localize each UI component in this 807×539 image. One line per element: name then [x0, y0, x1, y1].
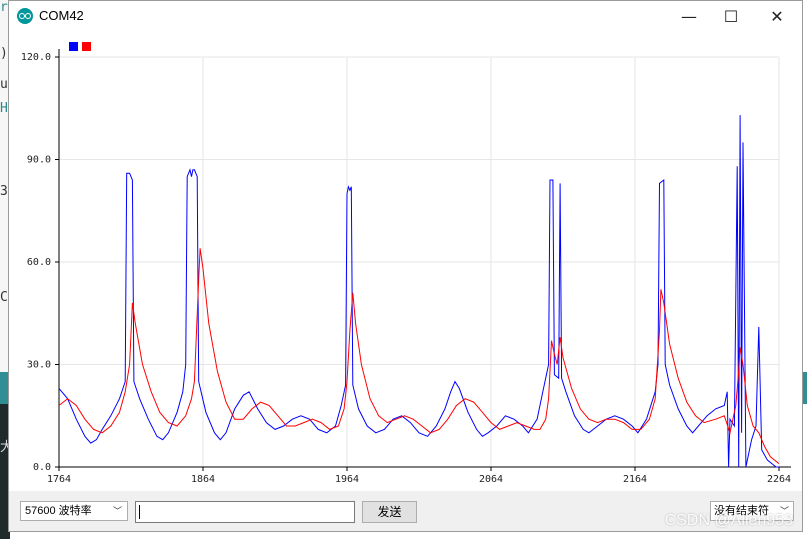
serial-input[interactable] [135, 501, 355, 523]
background-text: H [0, 101, 8, 116]
serial-plotter-window: COM42 — ☐ ✕ 0.0 30.0 60.0 90.0 120.0 1764 186… [8, 0, 803, 532]
x-tick-label: 2264 [767, 474, 791, 485]
x-tick-label: 1964 [335, 474, 359, 485]
x-tick-label: 1864 [191, 474, 215, 485]
background-text: 3 [0, 184, 8, 199]
y-tick-label: 30.0 [27, 360, 51, 371]
x-tick-label: 2064 [479, 474, 503, 485]
legend [69, 42, 91, 51]
baud-rate-value: 57600 波特率 [25, 505, 92, 517]
y-tick-label: 60.0 [27, 257, 51, 268]
close-button[interactable]: ✕ [754, 1, 800, 31]
maximize-button[interactable]: ☐ [708, 1, 754, 31]
send-button[interactable]: 发送 [362, 501, 417, 523]
background-text: ) [0, 46, 8, 61]
series-line-2 [58, 248, 780, 464]
series-line-1 [58, 115, 779, 468]
y-tick-label: 0.0 [33, 462, 51, 473]
background-text: u [0, 77, 8, 92]
line-chart: 0.0 30.0 60.0 90.0 120.0 1764 1864 1964 2064 216… [21, 42, 791, 485]
y-tick-label: 90.0 [27, 155, 51, 166]
csdn-watermark: CSDN @Allen953 [664, 512, 793, 529]
y-tick-labels: 0.0 30.0 60.0 90.0 120.0 [21, 52, 59, 473]
axes [58, 49, 791, 468]
minimize-button[interactable]: — [666, 1, 712, 31]
x-tick-label: 2164 [623, 474, 647, 485]
x-tick-label: 1764 [47, 474, 71, 485]
y-tick-label: 120.0 [21, 52, 51, 63]
grid-lines [58, 56, 780, 468]
legend-swatch-2 [82, 42, 91, 51]
window-title: COM42 [39, 8, 84, 23]
chevron-down-icon: ﹀ [112, 506, 122, 516]
background-text: C [0, 290, 8, 305]
arduino-icon [17, 8, 33, 24]
title-bar[interactable]: COM42 — ☐ ✕ [9, 1, 802, 31]
series-lines [58, 115, 780, 468]
plot-area: 0.0 30.0 60.0 90.0 120.0 1764 1864 1964 2064 216… [9, 31, 804, 491]
legend-swatch-1 [69, 42, 78, 51]
x-tick-labels: 1764 1864 1964 2064 2164 2264 [47, 467, 791, 485]
text-caret [139, 505, 140, 519]
baud-rate-select[interactable]: 57600 波特率 ﹀ [20, 501, 128, 521]
background-text: r [0, 0, 8, 15]
